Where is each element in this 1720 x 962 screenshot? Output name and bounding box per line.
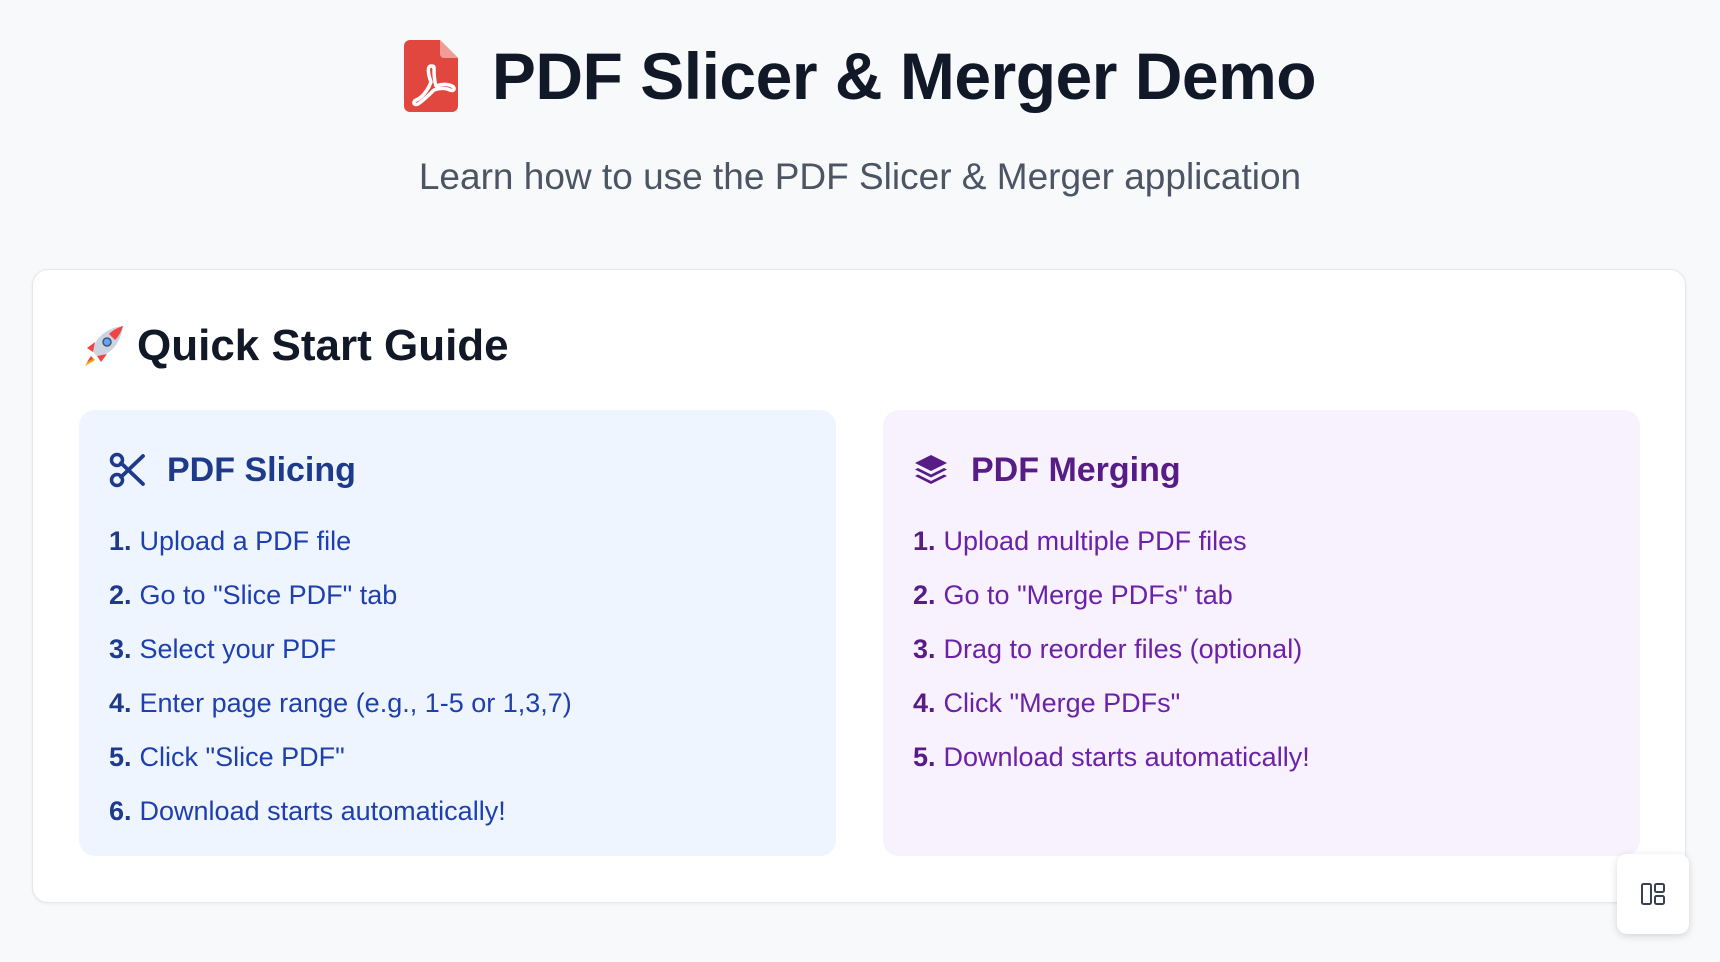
list-item: 2. Go to "Slice PDF" tab [109,580,398,610]
guide-title: Quick Start Guide [137,321,509,370]
rocket-icon [85,326,123,366]
slicing-panel-title: PDF Slicing [167,451,356,489]
quick-start-card: Quick Start Guide PDF Slicing 1. Upload a… [32,269,1686,903]
page-title: PDF Slicer & Merger Demo [491,39,1317,113]
list-item: 5. Click "Slice PDF" [109,742,345,772]
list-item: 6. Download starts automatically! [109,796,506,826]
merging-steps: 1. Upload multiple PDF files 2. Go to "Mer… [913,514,1610,784]
list-item: 2. Go to "Merge PDFs" tab [913,580,1233,610]
merging-panel-title: PDF Merging [971,451,1181,489]
page-header: PDF Slicer & Merger Demo [0,40,1720,112]
list-item: 3. Select your PDF [109,634,337,664]
page: PDF Slicer & Merger Demo Learn how to us… [0,0,1720,962]
layers-icon [915,455,947,484]
list-item: 5. Download starts automatically! [913,742,1310,772]
merging-panel: PDF Merging 1. Upload multiple PDF files … [883,410,1640,856]
list-item: 4. Click "Merge PDFs" [913,688,1181,718]
slicing-panel-header: PDF Slicing [109,448,806,492]
list-item: 4. Enter page range (e.g., 1-5 or 1,3,7) [109,688,572,718]
file-pdf-icon [403,40,458,112]
slicing-steps: 1. Upload a PDF file 2. Go to "Slice PDF" … [109,514,806,838]
slicing-panel: PDF Slicing 1. Upload a PDF file 2. Go to … [79,410,836,856]
layout-icon [1641,883,1665,905]
list-item: 1. Upload multiple PDF files [913,526,1247,556]
layout-toggle-button[interactable] [1617,854,1689,934]
merging-panel-header: PDF Merging [913,448,1610,492]
list-item: 3. Drag to reorder files (optional) [913,634,1303,664]
guide-heading: Quick Start Guide [79,322,509,370]
page-subtitle: Learn how to use the PDF Slicer & Merger… [418,156,1302,197]
scissors-icon [109,452,145,488]
list-item: 1. Upload a PDF file [109,526,352,556]
